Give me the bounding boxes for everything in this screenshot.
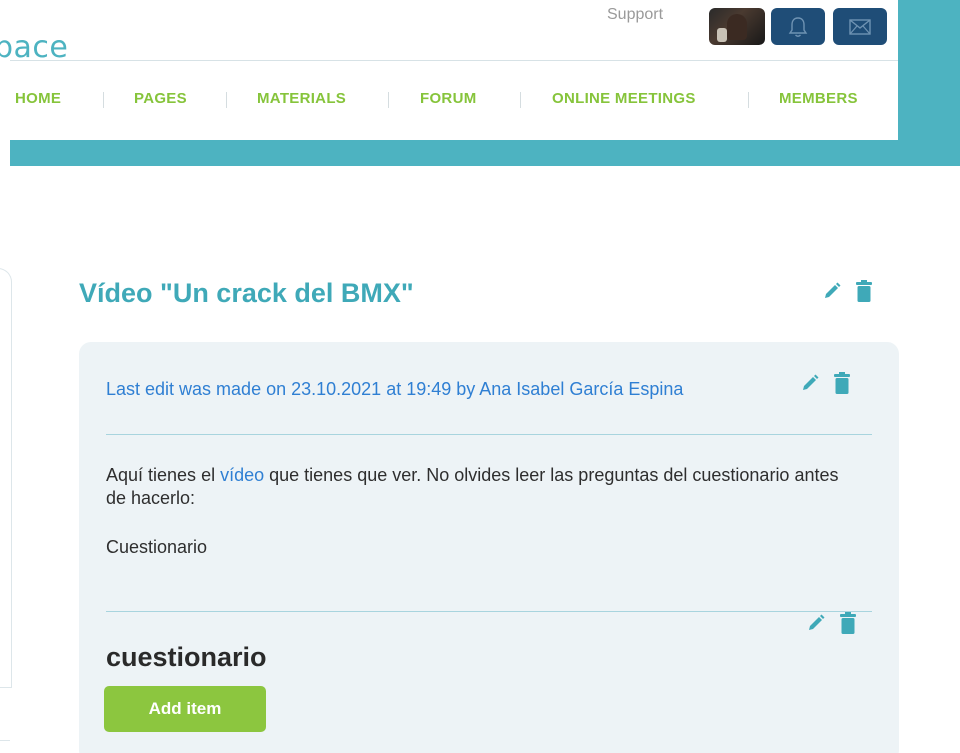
nav-separator <box>748 92 749 108</box>
nav-separator <box>520 92 521 108</box>
header-accent-band <box>10 140 960 166</box>
delete-page-trash-icon[interactable] <box>856 280 872 307</box>
notifications-button[interactable] <box>771 8 825 45</box>
nav-pages[interactable]: PAGES <box>134 90 187 107</box>
nav-online-meetings[interactable]: ONLINE MEETINGS <box>552 90 696 107</box>
nav-materials[interactable]: MATERIALS <box>257 90 346 107</box>
sidebar-panel-edge <box>0 268 12 688</box>
messages-button[interactable] <box>833 8 887 45</box>
video-link[interactable]: vídeo <box>220 465 264 485</box>
nav-separator <box>226 92 227 108</box>
entry-actions <box>800 372 850 399</box>
subsection-actions <box>806 612 856 639</box>
add-item-button[interactable]: Add item <box>104 686 266 732</box>
delete-subsection-trash-icon[interactable] <box>840 612 856 639</box>
bell-icon <box>788 16 808 37</box>
edit-page-pencil-icon[interactable] <box>822 281 842 306</box>
entry-body-line2: Cuestionario <box>106 537 208 557</box>
user-avatar[interactable] <box>709 8 765 45</box>
entry-body-prefix: Aquí tienes el <box>106 465 221 485</box>
envelope-icon <box>849 18 871 35</box>
nav-separator <box>388 92 389 108</box>
delete-entry-trash-icon[interactable] <box>834 372 850 399</box>
header-accent-side <box>898 0 960 166</box>
section-divider <box>106 611 872 612</box>
last-edit-info[interactable]: Last edit was made on 23.10.2021 at 19:4… <box>106 374 766 405</box>
nav-forum[interactable]: FORUM <box>420 90 477 107</box>
nav-separator <box>103 92 104 108</box>
page-root: pace Support HOME PAGES MATERIALS FORUM … <box>0 0 960 753</box>
edit-subsection-pencil-icon[interactable] <box>806 613 826 638</box>
entry-body: Aquí tienes el vídeo que tienes que ver.… <box>106 464 846 510</box>
page-title: Vídeo "Un crack del BMX" <box>79 278 414 308</box>
nav-members[interactable]: MEMBERS <box>779 90 858 107</box>
page-actions <box>822 280 872 307</box>
edit-entry-pencil-icon[interactable] <box>800 373 820 398</box>
entry-divider <box>106 434 872 435</box>
header-divider <box>10 60 898 61</box>
header: pace Support HOME PAGES MATERIALS FORUM … <box>0 0 898 140</box>
nav-home[interactable]: HOME <box>15 90 61 107</box>
support-link[interactable]: Support <box>607 6 663 24</box>
sidebar-divider <box>0 740 10 741</box>
subsection-title: cuestionario <box>106 642 267 672</box>
